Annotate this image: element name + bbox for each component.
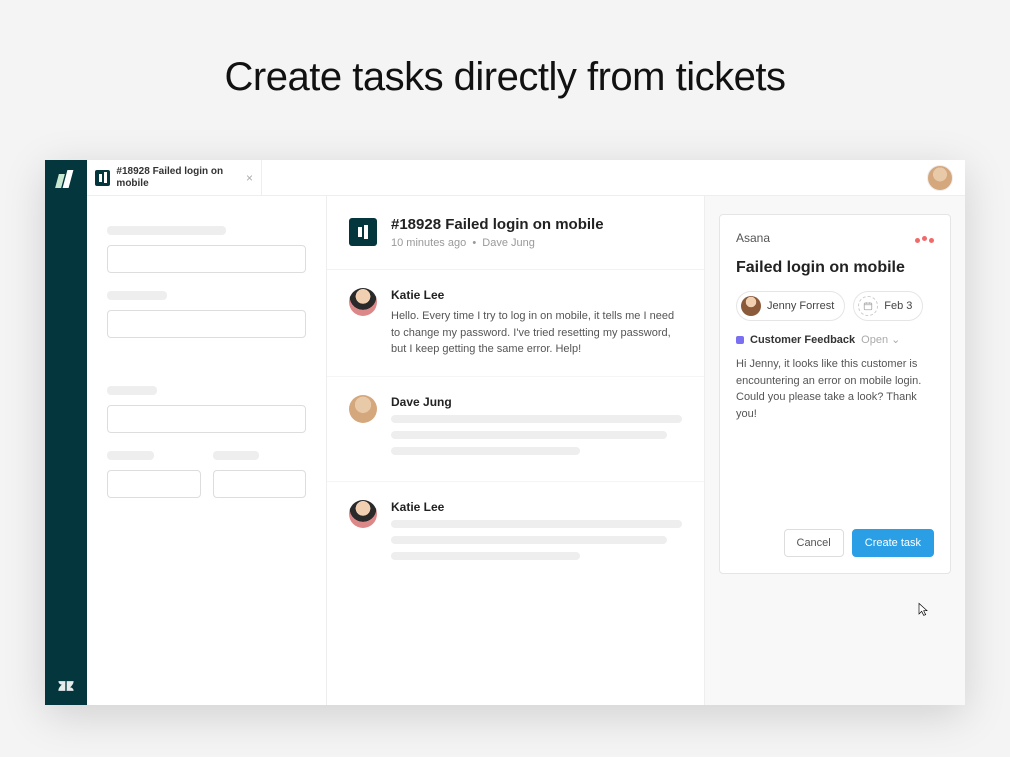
due-date-chip[interactable]: Feb 3 (853, 291, 923, 321)
calendar-icon (858, 296, 878, 316)
zendesk-icon (57, 677, 75, 695)
avatar (349, 288, 377, 316)
product-logo-icon (57, 170, 75, 188)
field-input[interactable] (213, 470, 307, 498)
message: Dave Jung (327, 377, 704, 482)
app-window: #18928 Failed login on mobile × (45, 160, 965, 705)
ticket-icon (95, 170, 110, 186)
task-description[interactable]: Hi Jenny, it looks like this customer is… (736, 356, 934, 519)
assignee-name: Jenny Forrest (767, 300, 834, 312)
due-date: Feb 3 (884, 300, 912, 312)
ticket-header-icon (349, 218, 377, 246)
avatar (349, 395, 377, 423)
project-row[interactable]: Customer Feedback Open ⌄ (736, 333, 934, 346)
avatar (349, 500, 377, 528)
properties-panel (87, 196, 327, 705)
chevron-down-icon: ⌄ (891, 334, 900, 346)
close-icon[interactable]: × (246, 171, 253, 185)
message-text: Hello. Every time I try to log in on mob… (391, 308, 682, 358)
message-author: Katie Lee (391, 500, 682, 514)
apps-panel: Asana Failed login on mobile Jenny Forre… (705, 196, 965, 705)
content-grid: #18928 Failed login on mobile 10 minutes… (87, 196, 965, 705)
message: Katie Lee Hello. Every time I try to log… (327, 270, 704, 377)
assignee-avatar (741, 296, 761, 316)
ticket-header: #18928 Failed login on mobile 10 minutes… (327, 196, 704, 270)
field-input[interactable] (107, 245, 306, 273)
message: Katie Lee (327, 482, 704, 586)
user-avatar[interactable] (927, 165, 953, 191)
conversation-panel: #18928 Failed login on mobile 10 minutes… (327, 196, 705, 705)
field-input[interactable] (107, 310, 306, 338)
side-rail (45, 160, 87, 705)
project-status[interactable]: Open ⌄ (861, 333, 900, 346)
message-author: Dave Jung (391, 395, 682, 409)
field-input[interactable] (107, 470, 201, 498)
cancel-button[interactable]: Cancel (784, 529, 844, 557)
main-area: #18928 Failed login on mobile × (87, 160, 965, 705)
assignee-chip[interactable]: Jenny Forrest (736, 291, 845, 321)
ticket-meta: 10 minutes ago • Dave Jung (391, 237, 604, 249)
asana-panel-label: Asana (736, 231, 770, 245)
asana-card: Asana Failed login on mobile Jenny Forre… (719, 214, 951, 574)
topbar: #18928 Failed login on mobile × (87, 160, 965, 196)
hero-title: Create tasks directly from tickets (0, 0, 1010, 100)
ticket-tab[interactable]: #18928 Failed login on mobile × (87, 160, 262, 195)
ticket-title: #18928 Failed login on mobile (391, 216, 604, 233)
project-color-icon (736, 336, 744, 344)
task-title: Failed login on mobile (736, 259, 934, 277)
field-input[interactable] (107, 405, 306, 433)
asana-logo-icon (915, 236, 934, 241)
tab-title: #18928 Failed login on mobile (116, 166, 253, 190)
topbar-spacer (262, 160, 965, 195)
create-task-button[interactable]: Create task (852, 529, 934, 557)
message-author: Katie Lee (391, 288, 682, 302)
project-name: Customer Feedback (750, 334, 855, 346)
